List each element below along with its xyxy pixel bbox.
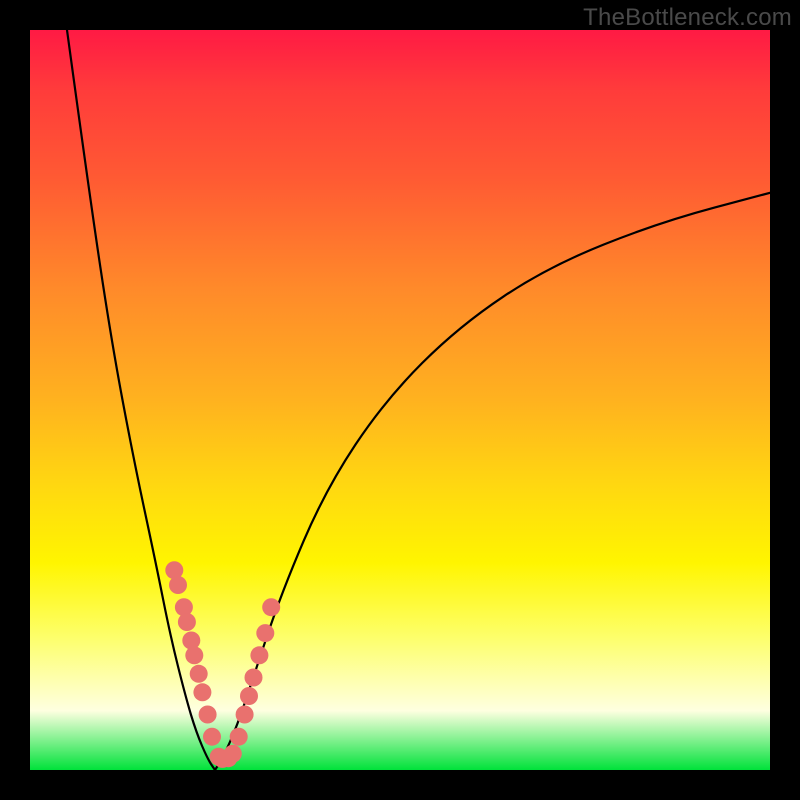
data-dot [193,683,211,701]
data-dot [203,728,221,746]
data-dot [240,687,258,705]
outer-frame: TheBottleneck.com [0,0,800,800]
data-dot [250,646,268,664]
curve-group [67,30,770,770]
data-dot [230,728,248,746]
bottleneck-curve-right [215,193,770,770]
chart-overlay [30,30,770,770]
data-dot [256,624,274,642]
data-dot [262,598,280,616]
data-dot [175,598,193,616]
data-dots-group [165,561,280,768]
data-dot [245,669,263,687]
data-dot [178,613,196,631]
data-dot [182,632,200,650]
data-dot [199,706,217,724]
data-dot [190,665,208,683]
data-dot [236,706,254,724]
watermark-text: TheBottleneck.com [583,4,792,32]
data-dot [224,745,242,763]
data-dot [185,646,203,664]
data-dot [169,576,187,594]
